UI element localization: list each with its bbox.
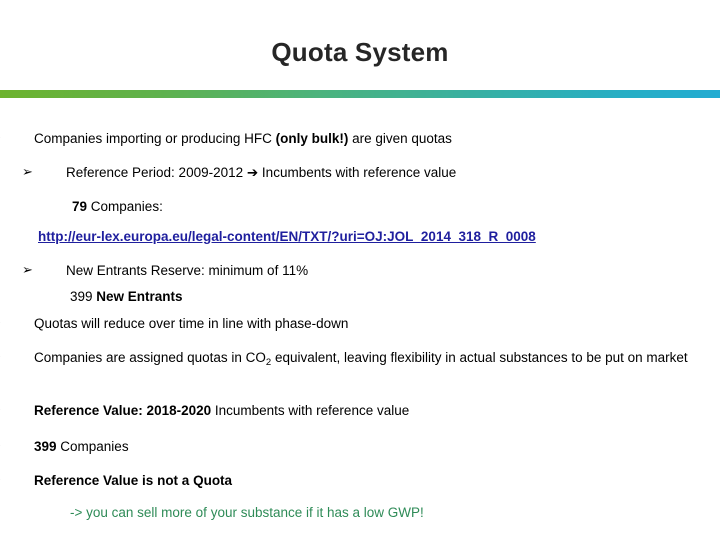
title-area: Quota System — [0, 36, 720, 68]
bullet-1-text-bold: (only bulk!) — [275, 131, 349, 146]
bullet-5-text-a: Companies are assigned quotas in CO — [34, 350, 266, 365]
companies-count-label: Companies: — [87, 199, 163, 214]
gwp-note: -> you can sell more of your substance i… — [70, 505, 424, 520]
bullet-3-text: New Entrants Reserve: minimum of 11% — [66, 263, 309, 278]
arrow-bullet-icon: ➢ — [22, 165, 33, 180]
new-entrants-count-line: 399 New Entrants — [0, 288, 720, 305]
eurlex-link-row: http://eur-lex.europa.eu/legal-content/E… — [0, 228, 720, 245]
gradient-divider — [0, 90, 720, 98]
bullet-8-text: Reference Value is not a Quota — [34, 473, 233, 488]
arrow-bullet-icon: ➢ — [0, 315, 34, 332]
new-entrants-count-value: 399 — [70, 289, 97, 304]
slide: Quota System ➢Companies importing or pro… — [0, 0, 720, 540]
bullet-item-6: ➢Reference Value: 2018-2020 Incumbents w… — [0, 402, 720, 419]
bullet-5-text-b: equivalent, leaving flexibility in actua… — [271, 350, 688, 365]
bullet-4-text: Quotas will reduce over time in line wit… — [34, 316, 349, 331]
bullet-item-5: ➢Companies are assigned quotas in CO2 eq… — [0, 349, 720, 368]
eurlex-link[interactable]: http://eur-lex.europa.eu/legal-content/E… — [38, 229, 536, 244]
new-entrants-count-label: New Entrants — [96, 289, 183, 304]
companies-count-value: 79 — [72, 199, 88, 214]
bullet-6-text-bold: Reference Value: 2018-2020 — [34, 403, 212, 418]
arrow-bullet-icon: ➢ — [0, 438, 34, 455]
arrow-bullet-icon: ➢ — [0, 402, 34, 419]
bullet-1-text-c: are given quotas — [348, 131, 452, 146]
bullet-item-3: ➢ New Entrants Reserve: minimum of 11% — [0, 262, 720, 279]
page-title: Quota System — [271, 37, 449, 67]
arrow-bullet-icon: ➢ — [0, 349, 34, 366]
bullet-2-text: Reference Period: 2009-2012 ➔ Incumbents… — [66, 165, 457, 180]
bullet-1-text-a: Companies importing or producing HFC — [34, 131, 276, 146]
arrow-bullet-icon: ➢ — [22, 263, 33, 278]
companies-count-line: 79 Companies: — [0, 198, 720, 215]
arrow-bullet-icon: ➢ — [0, 472, 34, 489]
bullet-item-8: ➢Reference Value is not a Quota — [0, 472, 720, 489]
bullet-item-4: ➢Quotas will reduce over time in line wi… — [0, 315, 720, 332]
bullet-item-2: ➢ Reference Period: 2009-2012 ➔ Incumbent… — [0, 164, 720, 181]
bullet-7-label: Companies — [56, 439, 129, 454]
bullet-item-7: ➢399 Companies — [0, 438, 720, 455]
bullet-item-1: ➢Companies importing or producing HFC (o… — [0, 130, 720, 147]
bullet-6-text: Incumbents with reference value — [211, 403, 410, 418]
arrow-bullet-icon: ➢ — [0, 130, 34, 147]
note-row: -> you can sell more of your substance i… — [0, 504, 720, 521]
co2-subscript: 2 — [265, 357, 272, 368]
bullet-7-count: 399 — [34, 439, 57, 454]
